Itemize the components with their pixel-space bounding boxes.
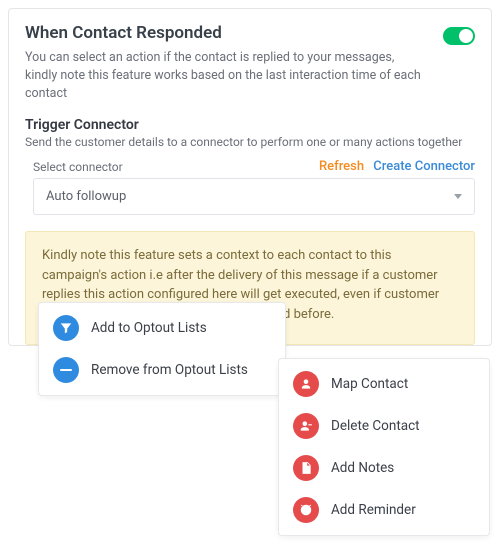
card-description: You can select an action if the contact … (25, 49, 425, 103)
connector-select-label: Select connector (33, 160, 123, 174)
menu-item-label: Add Notes (331, 460, 394, 476)
menu-item-label: Delete Contact (331, 418, 420, 434)
document-icon (293, 455, 319, 481)
user-icon (293, 371, 319, 397)
connector-links: Refresh Create Connector (319, 159, 475, 174)
connector-select-row: Select connector Refresh Create Connecto… (25, 159, 475, 174)
create-connector-link[interactable]: Create Connector (373, 159, 475, 174)
user-minus-icon (293, 413, 319, 439)
funnel-icon (53, 315, 79, 341)
menu-item-label: Add Reminder (331, 502, 416, 518)
menu-item-label: Map Contact (331, 376, 408, 392)
add-reminder-item[interactable]: Add Reminder (279, 489, 489, 531)
clock-icon (293, 497, 319, 523)
menu-item-label: Remove from Optout Lists (91, 362, 248, 378)
minus-circle-icon (53, 357, 79, 383)
connector-selected-value: Auto followup (46, 189, 126, 204)
card-title: When Contact Responded (25, 23, 475, 43)
connector-select[interactable]: Auto followup (33, 178, 475, 215)
delete-contact-item[interactable]: Delete Contact (279, 405, 489, 447)
enable-toggle[interactable] (443, 27, 475, 45)
map-contact-item[interactable]: Map Contact (279, 363, 489, 405)
contact-actions-menu: Map Contact Delete Contact Add Notes Add… (278, 358, 490, 536)
optout-actions-menu: Add to Optout Lists Remove from Optout L… (38, 302, 286, 396)
connector-title: Trigger Connector (25, 117, 475, 133)
add-to-optout-item[interactable]: Add to Optout Lists (39, 307, 285, 349)
add-notes-item[interactable]: Add Notes (279, 447, 489, 489)
refresh-link[interactable]: Refresh (319, 159, 364, 174)
menu-item-label: Add to Optout Lists (91, 320, 207, 336)
response-action-card: When Contact Responded You can select an… (8, 8, 492, 346)
connector-desc: Send the customer details to a connector… (25, 135, 475, 149)
chevron-down-icon (454, 194, 462, 199)
remove-from-optout-item[interactable]: Remove from Optout Lists (39, 349, 285, 391)
